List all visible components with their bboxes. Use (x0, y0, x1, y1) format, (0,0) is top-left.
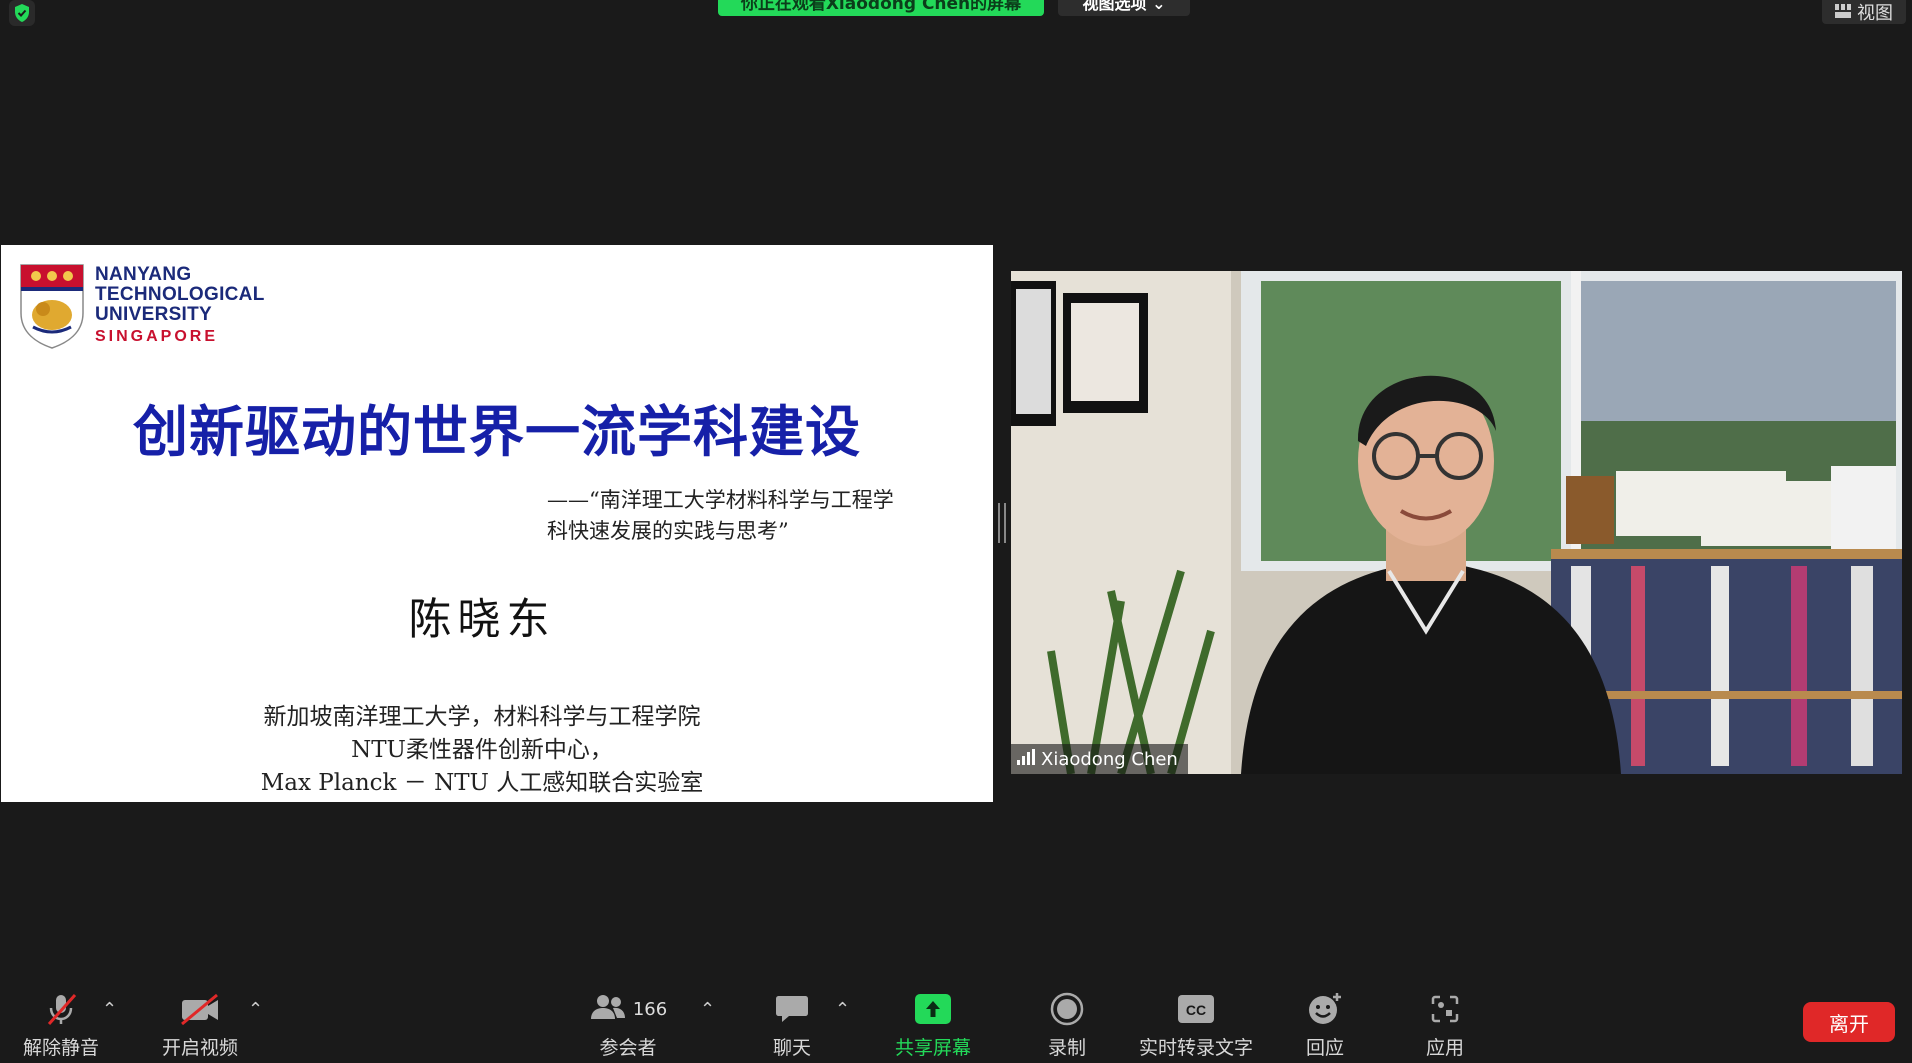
slide-subtitle: ——“南洋理工大学材料科学与工程学 科快速发展的实践与思考” (547, 488, 894, 543)
grid-icon (1835, 2, 1851, 23)
participants-options-caret[interactable]: ⌃ (700, 999, 715, 1020)
live-transcript-button[interactable]: CC 实时转录文字 (1132, 989, 1260, 1060)
share-screen-button[interactable]: 共享屏幕 (868, 989, 998, 1060)
ntu-wordmark: NANYANG TECHNOLOGICAL UNIVERSITY SINGAPO… (95, 264, 265, 346)
svg-text:CC: CC (1186, 1002, 1206, 1018)
view-options-dropdown[interactable]: 视图选项 ⌄ (1058, 0, 1190, 16)
reactions-button[interactable]: 回应 (1260, 989, 1390, 1060)
share-screen-icon (868, 989, 998, 1029)
apps-icon (1380, 989, 1510, 1029)
smiley-plus-icon (1260, 989, 1390, 1029)
chat-options-caret[interactable]: ⌃ (835, 999, 850, 1020)
security-shield-icon[interactable] (9, 0, 35, 26)
slide-affiliation: 新加坡南洋理工大学，材料科学与工程学院 NTU柔性器件创新中心， Max Pla… (260, 704, 704, 796)
meeting-toolbar: 解除静音 ⌃ 开启视频 ⌃ 166 参会者 ⌃ 聊天 ⌃ 共享屏幕 录制 CC … (0, 981, 1912, 1063)
shared-screen-slide: NANYANG TECHNOLOGICAL UNIVERSITY SINGAPO… (1, 245, 993, 802)
participants-button[interactable]: 166 参会者 (563, 989, 693, 1060)
closed-captions-icon: CC (1178, 995, 1214, 1023)
slide-title: 创新驱动的世界一流学科建设 (132, 400, 861, 464)
video-options-caret[interactable]: ⌃ (248, 999, 263, 1020)
view-button-label: 视图 (1857, 3, 1893, 24)
participant-video-tile[interactable]: Xiaodong Chen (1011, 271, 1902, 774)
viewing-share-banner: 你正在观看Xiaodong Chen的屏幕 (718, 0, 1044, 16)
participants-icon (589, 993, 627, 1026)
start-video-button[interactable]: 开启视频 (135, 989, 265, 1060)
participants-count: 166 (632, 998, 668, 1020)
signal-strength-icon (1017, 748, 1035, 770)
apps-button[interactable]: 应用 (1380, 989, 1510, 1060)
record-button[interactable]: 录制 (1002, 989, 1132, 1060)
ntu-crest-logo (19, 263, 85, 353)
record-icon (1002, 989, 1132, 1029)
participant-name: Xiaodong Chen (1041, 748, 1178, 770)
participant-name-tag: Xiaodong Chen (1011, 744, 1188, 774)
audio-options-caret[interactable]: ⌃ (102, 999, 117, 1020)
video-frame-image (1011, 271, 1902, 774)
video-off-icon (135, 989, 265, 1029)
slide-author: 陈晓东 (408, 595, 556, 645)
view-button[interactable]: 视图 (1822, 0, 1906, 24)
split-view-divider[interactable] (998, 503, 1006, 543)
leave-button[interactable]: 离开 (1803, 1002, 1895, 1042)
